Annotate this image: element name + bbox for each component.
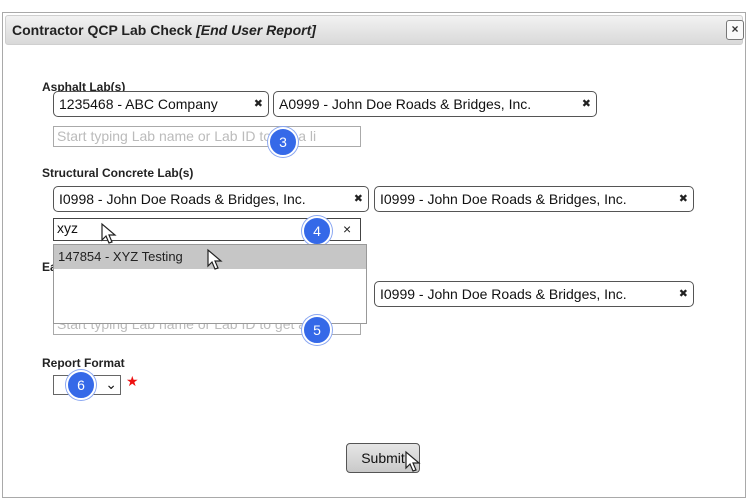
report-format-label: Report Format bbox=[42, 356, 125, 370]
tag-label: A0999 - John Doe Roads & Bridges, Inc. bbox=[279, 96, 532, 112]
asphalt-tag: 1235468 - ABC Company ✖ bbox=[53, 91, 269, 117]
dialog-title: Contractor QCP Lab Check [End User Repor… bbox=[12, 22, 316, 38]
remove-tag-icon[interactable]: ✖ bbox=[354, 187, 363, 211]
structural-tag: I0999 - John Doe Roads & Bridges, Inc. ✖ bbox=[374, 186, 694, 212]
remove-tag-icon[interactable]: ✖ bbox=[582, 92, 591, 116]
background-window-strip bbox=[0, 0, 750, 12]
remove-tag-icon[interactable]: ✖ bbox=[679, 187, 688, 211]
structural-tag: I0998 - John Doe Roads & Bridges, Inc. ✖ bbox=[53, 186, 369, 212]
remove-tag-icon[interactable]: ✖ bbox=[679, 282, 688, 306]
close-button[interactable]: × bbox=[726, 20, 744, 40]
tag-label: I0999 - John Doe Roads & Bridges, Inc. bbox=[380, 286, 627, 302]
clear-input-icon[interactable]: × bbox=[343, 221, 351, 237]
mouse-cursor-icon bbox=[405, 450, 421, 472]
tag-label: 1235468 - ABC Company bbox=[59, 96, 218, 112]
asphalt-tag: A0999 - John Doe Roads & Bridges, Inc. ✖ bbox=[273, 91, 597, 117]
remove-tag-icon[interactable]: ✖ bbox=[254, 92, 263, 116]
tag-label: I0999 - John Doe Roads & Bridges, Inc. bbox=[380, 191, 627, 207]
mouse-cursor-icon bbox=[101, 222, 117, 244]
asphalt-lab-search-input[interactable]: Start typing Lab name or Lab ID to get a… bbox=[53, 126, 361, 147]
chevron-down-icon: ⌄ bbox=[105, 376, 117, 392]
dialog-titlebar: Contractor QCP Lab Check [End User Repor… bbox=[5, 15, 744, 45]
dialog-title-text: Contractor QCP Lab Check bbox=[12, 22, 193, 38]
required-star-icon: ★ bbox=[126, 373, 139, 389]
earthwork-tag: I0999 - John Doe Roads & Bridges, Inc. ✖ bbox=[374, 281, 694, 307]
step-badge-5: 5 bbox=[302, 315, 332, 345]
tag-label: I0998 - John Doe Roads & Bridges, Inc. bbox=[59, 191, 306, 207]
structural-concrete-lab-label: Structural Concrete Lab(s) bbox=[42, 166, 194, 180]
step-badge-6: 6 bbox=[66, 370, 96, 400]
step-badge-4: 4 bbox=[302, 216, 332, 246]
step-badge-3: 3 bbox=[268, 127, 298, 157]
dialog-title-suffix: [End User Report] bbox=[196, 22, 316, 38]
mouse-cursor-icon bbox=[207, 248, 223, 270]
